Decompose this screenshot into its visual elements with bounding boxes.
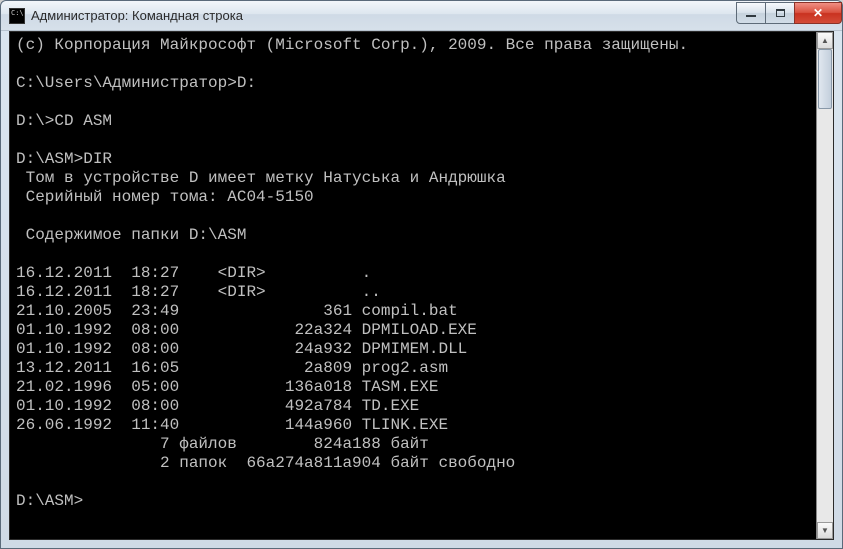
chevron-down-icon: ▼ [821, 526, 829, 535]
scroll-track[interactable] [817, 49, 833, 522]
terminal-output[interactable]: (с) Корпорация Майкрософт (Microsoft Cor… [10, 32, 816, 539]
cmd-icon [9, 8, 25, 24]
window-controls: ✕ [737, 2, 842, 24]
minimize-button[interactable] [736, 2, 766, 24]
chevron-up-icon: ▲ [821, 36, 829, 45]
command-prompt-window: Администратор: Командная строка ✕ (с) Ко… [0, 0, 843, 549]
close-icon: ✕ [813, 7, 823, 19]
close-button[interactable]: ✕ [794, 2, 842, 24]
scroll-thumb[interactable] [818, 49, 832, 109]
maximize-button[interactable] [765, 2, 795, 24]
client-area: (с) Корпорация Майкрософт (Microsoft Cor… [9, 31, 834, 540]
scroll-down-button[interactable]: ▼ [817, 522, 833, 539]
scroll-up-button[interactable]: ▲ [817, 32, 833, 49]
minimize-icon [746, 15, 756, 17]
vertical-scrollbar[interactable]: ▲ ▼ [816, 32, 833, 539]
window-title: Администратор: Командная строка [31, 8, 737, 23]
titlebar[interactable]: Администратор: Командная строка ✕ [1, 1, 842, 31]
maximize-icon [776, 9, 785, 17]
